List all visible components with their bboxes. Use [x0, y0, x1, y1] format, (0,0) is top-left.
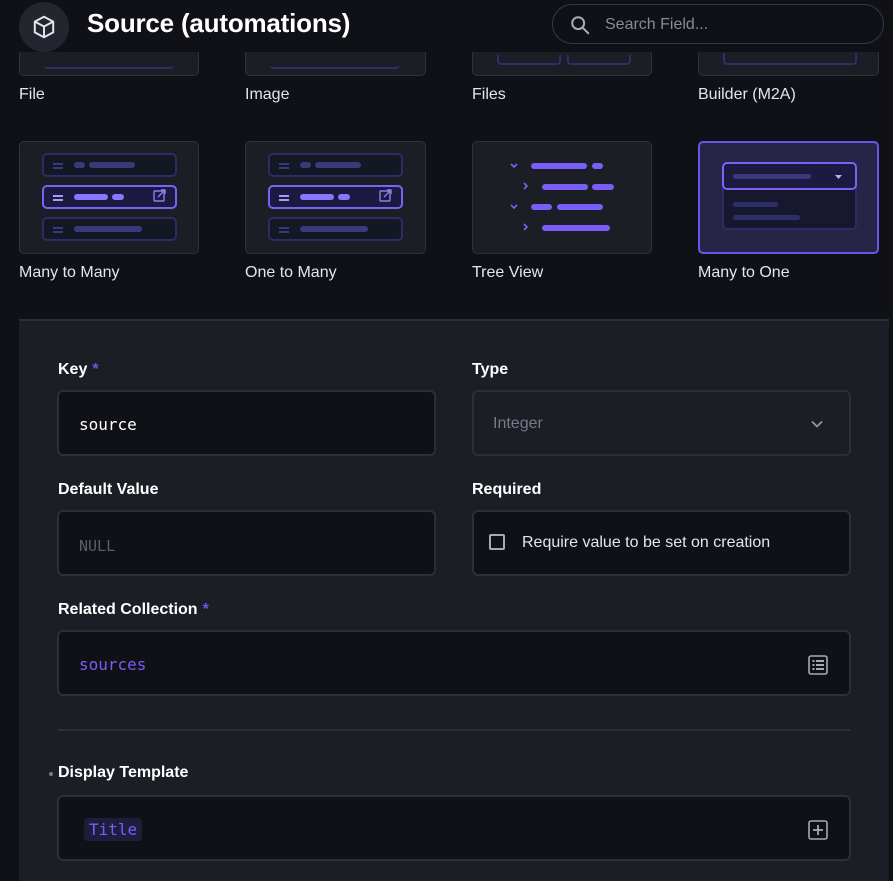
interface-card-many-to-many[interactable]: [19, 141, 199, 254]
required-label: Required: [472, 481, 542, 498]
template-field-chip[interactable]: Title: [84, 818, 143, 841]
page-title: Source (automations): [87, 8, 351, 38]
card-preview: [567, 55, 631, 65]
display-template-label: Display Template: [58, 764, 189, 781]
chevron-down-icon: [811, 420, 823, 428]
required-asterisk: *: [202, 601, 209, 618]
search-input[interactable]: [603, 13, 867, 37]
list-icon[interactable]: [807, 654, 829, 676]
type-label: Type: [472, 361, 509, 378]
interface-label-builder-m2a: Builder (M2A): [698, 86, 796, 103]
type-value: Integer: [493, 415, 543, 432]
interface-label-file: File: [19, 86, 45, 103]
required-checkbox[interactable]: [489, 534, 505, 550]
many-to-many-preview-icon: [42, 153, 177, 241]
interface-label-many-to-one: Many to One: [698, 264, 790, 281]
one-to-many-preview-icon: [268, 153, 403, 241]
key-value: source: [79, 415, 137, 434]
related-collection-value: sources: [79, 655, 147, 674]
interface-card-tree-view[interactable]: [472, 141, 652, 254]
required-asterisk: *: [92, 361, 99, 378]
default-value-input[interactable]: NULL: [57, 510, 436, 576]
interface-label-files: Files: [472, 86, 506, 103]
required-toggle-field[interactable]: Require value to be set on creation: [472, 510, 851, 576]
section-divider: [58, 729, 850, 731]
key-label: Key *: [58, 361, 99, 378]
edited-dot-indicator: [49, 772, 53, 776]
default-value-label: Default Value: [58, 481, 159, 498]
header-bar: Source (automations): [0, 0, 893, 52]
key-input[interactable]: source: [57, 390, 436, 456]
related-collection-label: Related Collection *: [58, 601, 209, 618]
default-value-placeholder: NULL: [79, 537, 116, 555]
interface-label-image: Image: [245, 86, 290, 103]
type-select[interactable]: Integer: [472, 390, 851, 456]
search-field[interactable]: [552, 4, 884, 44]
card-preview: [44, 61, 174, 69]
required-checkbox-label: Require value to be set on creation: [522, 534, 771, 551]
many-to-one-preview-icon: [722, 162, 857, 230]
interface-label-tree-view: Tree View: [472, 264, 544, 281]
interface-card-one-to-many[interactable]: [245, 141, 426, 254]
card-preview: [270, 61, 400, 69]
card-preview: [723, 53, 857, 65]
cube-icon: [19, 2, 69, 52]
interface-label-one-to-many: One to Many: [245, 264, 337, 281]
search-icon: [571, 16, 590, 35]
display-template-input[interactable]: Title: [57, 795, 851, 861]
interface-label-many-to-many: Many to Many: [19, 264, 120, 281]
interface-card-many-to-one[interactable]: [698, 141, 879, 254]
tree-view-preview-icon: [510, 163, 614, 231]
add-field-icon[interactable]: [807, 819, 829, 841]
related-collection-input[interactable]: sources: [57, 630, 851, 696]
card-preview: [497, 55, 561, 65]
